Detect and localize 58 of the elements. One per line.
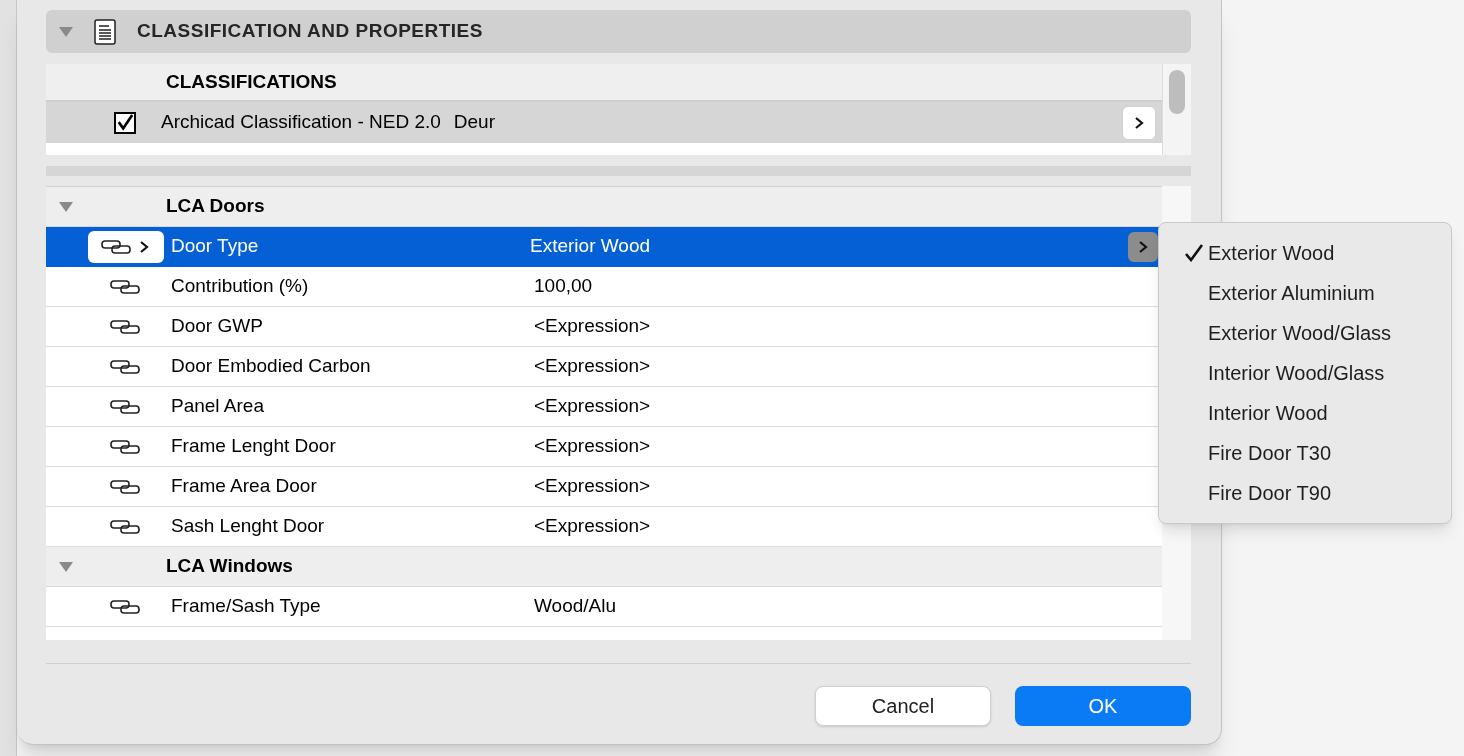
link-icon bbox=[110, 439, 140, 454]
property-row[interactable]: Frame/Sash Type Wood/Alu bbox=[46, 587, 1162, 627]
property-value: <Expression> bbox=[533, 314, 651, 339]
menu-item[interactable]: Exterior Wood bbox=[1159, 233, 1451, 273]
disclosure-triangle-icon[interactable] bbox=[58, 200, 74, 213]
dropdown-button[interactable] bbox=[1128, 231, 1158, 262]
property-name: Contribution (%) bbox=[171, 274, 310, 299]
section-header[interactable]: CLASSIFICATION AND PROPERTIES bbox=[46, 10, 1191, 53]
checkbox[interactable] bbox=[114, 111, 136, 134]
chevron-right-icon bbox=[1134, 115, 1144, 130]
property-row[interactable]: Sash Lenght Door <Expression> bbox=[46, 507, 1162, 547]
chevron-right-icon bbox=[1138, 239, 1148, 254]
chevron-right-icon bbox=[139, 239, 149, 254]
menu-item[interactable]: Fire Door T90 bbox=[1159, 473, 1451, 513]
menu-item[interactable]: Fire Door T30 bbox=[1159, 433, 1451, 473]
link-icon bbox=[110, 399, 140, 414]
property-name: Door Type bbox=[171, 234, 260, 259]
link-icon bbox=[110, 359, 140, 374]
property-value: <Expression> bbox=[533, 394, 651, 419]
classification-value: Deur bbox=[453, 110, 495, 135]
property-value: <Expression> bbox=[533, 474, 651, 499]
property-value: <Expression> bbox=[533, 434, 651, 459]
property-name: Door Embodied Carbon bbox=[171, 354, 372, 379]
menu-item[interactable]: Exterior Aluminium bbox=[1159, 273, 1451, 313]
column-header: CLASSIFICATIONS bbox=[166, 69, 337, 94]
link-icon bbox=[110, 599, 140, 614]
document-icon bbox=[94, 18, 116, 45]
link-icon bbox=[110, 279, 140, 294]
property-name: Frame Area Door bbox=[171, 474, 318, 499]
property-name: Frame/Sash Type bbox=[171, 594, 322, 619]
menu-item[interactable]: Exterior Wood/Glass bbox=[1159, 313, 1451, 353]
classification-row[interactable]: Archicad Classification - NED 2.0 Deur bbox=[46, 102, 1162, 143]
chevron-button[interactable] bbox=[1122, 105, 1156, 140]
menu-item[interactable]: Interior Wood/Glass bbox=[1159, 353, 1451, 393]
property-value: Wood/Alu bbox=[533, 594, 617, 619]
property-name: Panel Area bbox=[171, 394, 265, 419]
property-name: Frame Lenght Door bbox=[171, 434, 337, 459]
property-name: Sash Lenght Door bbox=[171, 514, 326, 539]
link-icon bbox=[101, 239, 131, 254]
classification-system: Archicad Classification - NED 2.0 bbox=[161, 110, 441, 135]
property-value: Exterior Wood bbox=[530, 234, 651, 259]
section-title: CLASSIFICATION AND PROPERTIES bbox=[137, 19, 483, 44]
link-icon bbox=[110, 519, 140, 534]
cancel-button[interactable]: Cancel bbox=[815, 686, 991, 726]
disclosure-triangle-icon[interactable] bbox=[58, 25, 74, 38]
link-icon bbox=[110, 479, 140, 494]
group-header: LCA Doors bbox=[166, 194, 265, 219]
property-value: <Expression> bbox=[533, 354, 651, 379]
property-value: <Expression> bbox=[533, 514, 651, 539]
scrollbar[interactable] bbox=[1162, 64, 1191, 155]
ok-button[interactable]: OK bbox=[1015, 686, 1191, 726]
menu-item[interactable]: Interior Wood bbox=[1159, 393, 1451, 433]
link-button[interactable] bbox=[88, 230, 164, 263]
property-value: 100,00 bbox=[533, 274, 593, 299]
property-name: Door GWP bbox=[171, 314, 264, 339]
group-header: LCA Windows bbox=[166, 554, 293, 579]
disclosure-triangle-icon[interactable] bbox=[58, 560, 74, 573]
link-icon bbox=[110, 319, 140, 334]
